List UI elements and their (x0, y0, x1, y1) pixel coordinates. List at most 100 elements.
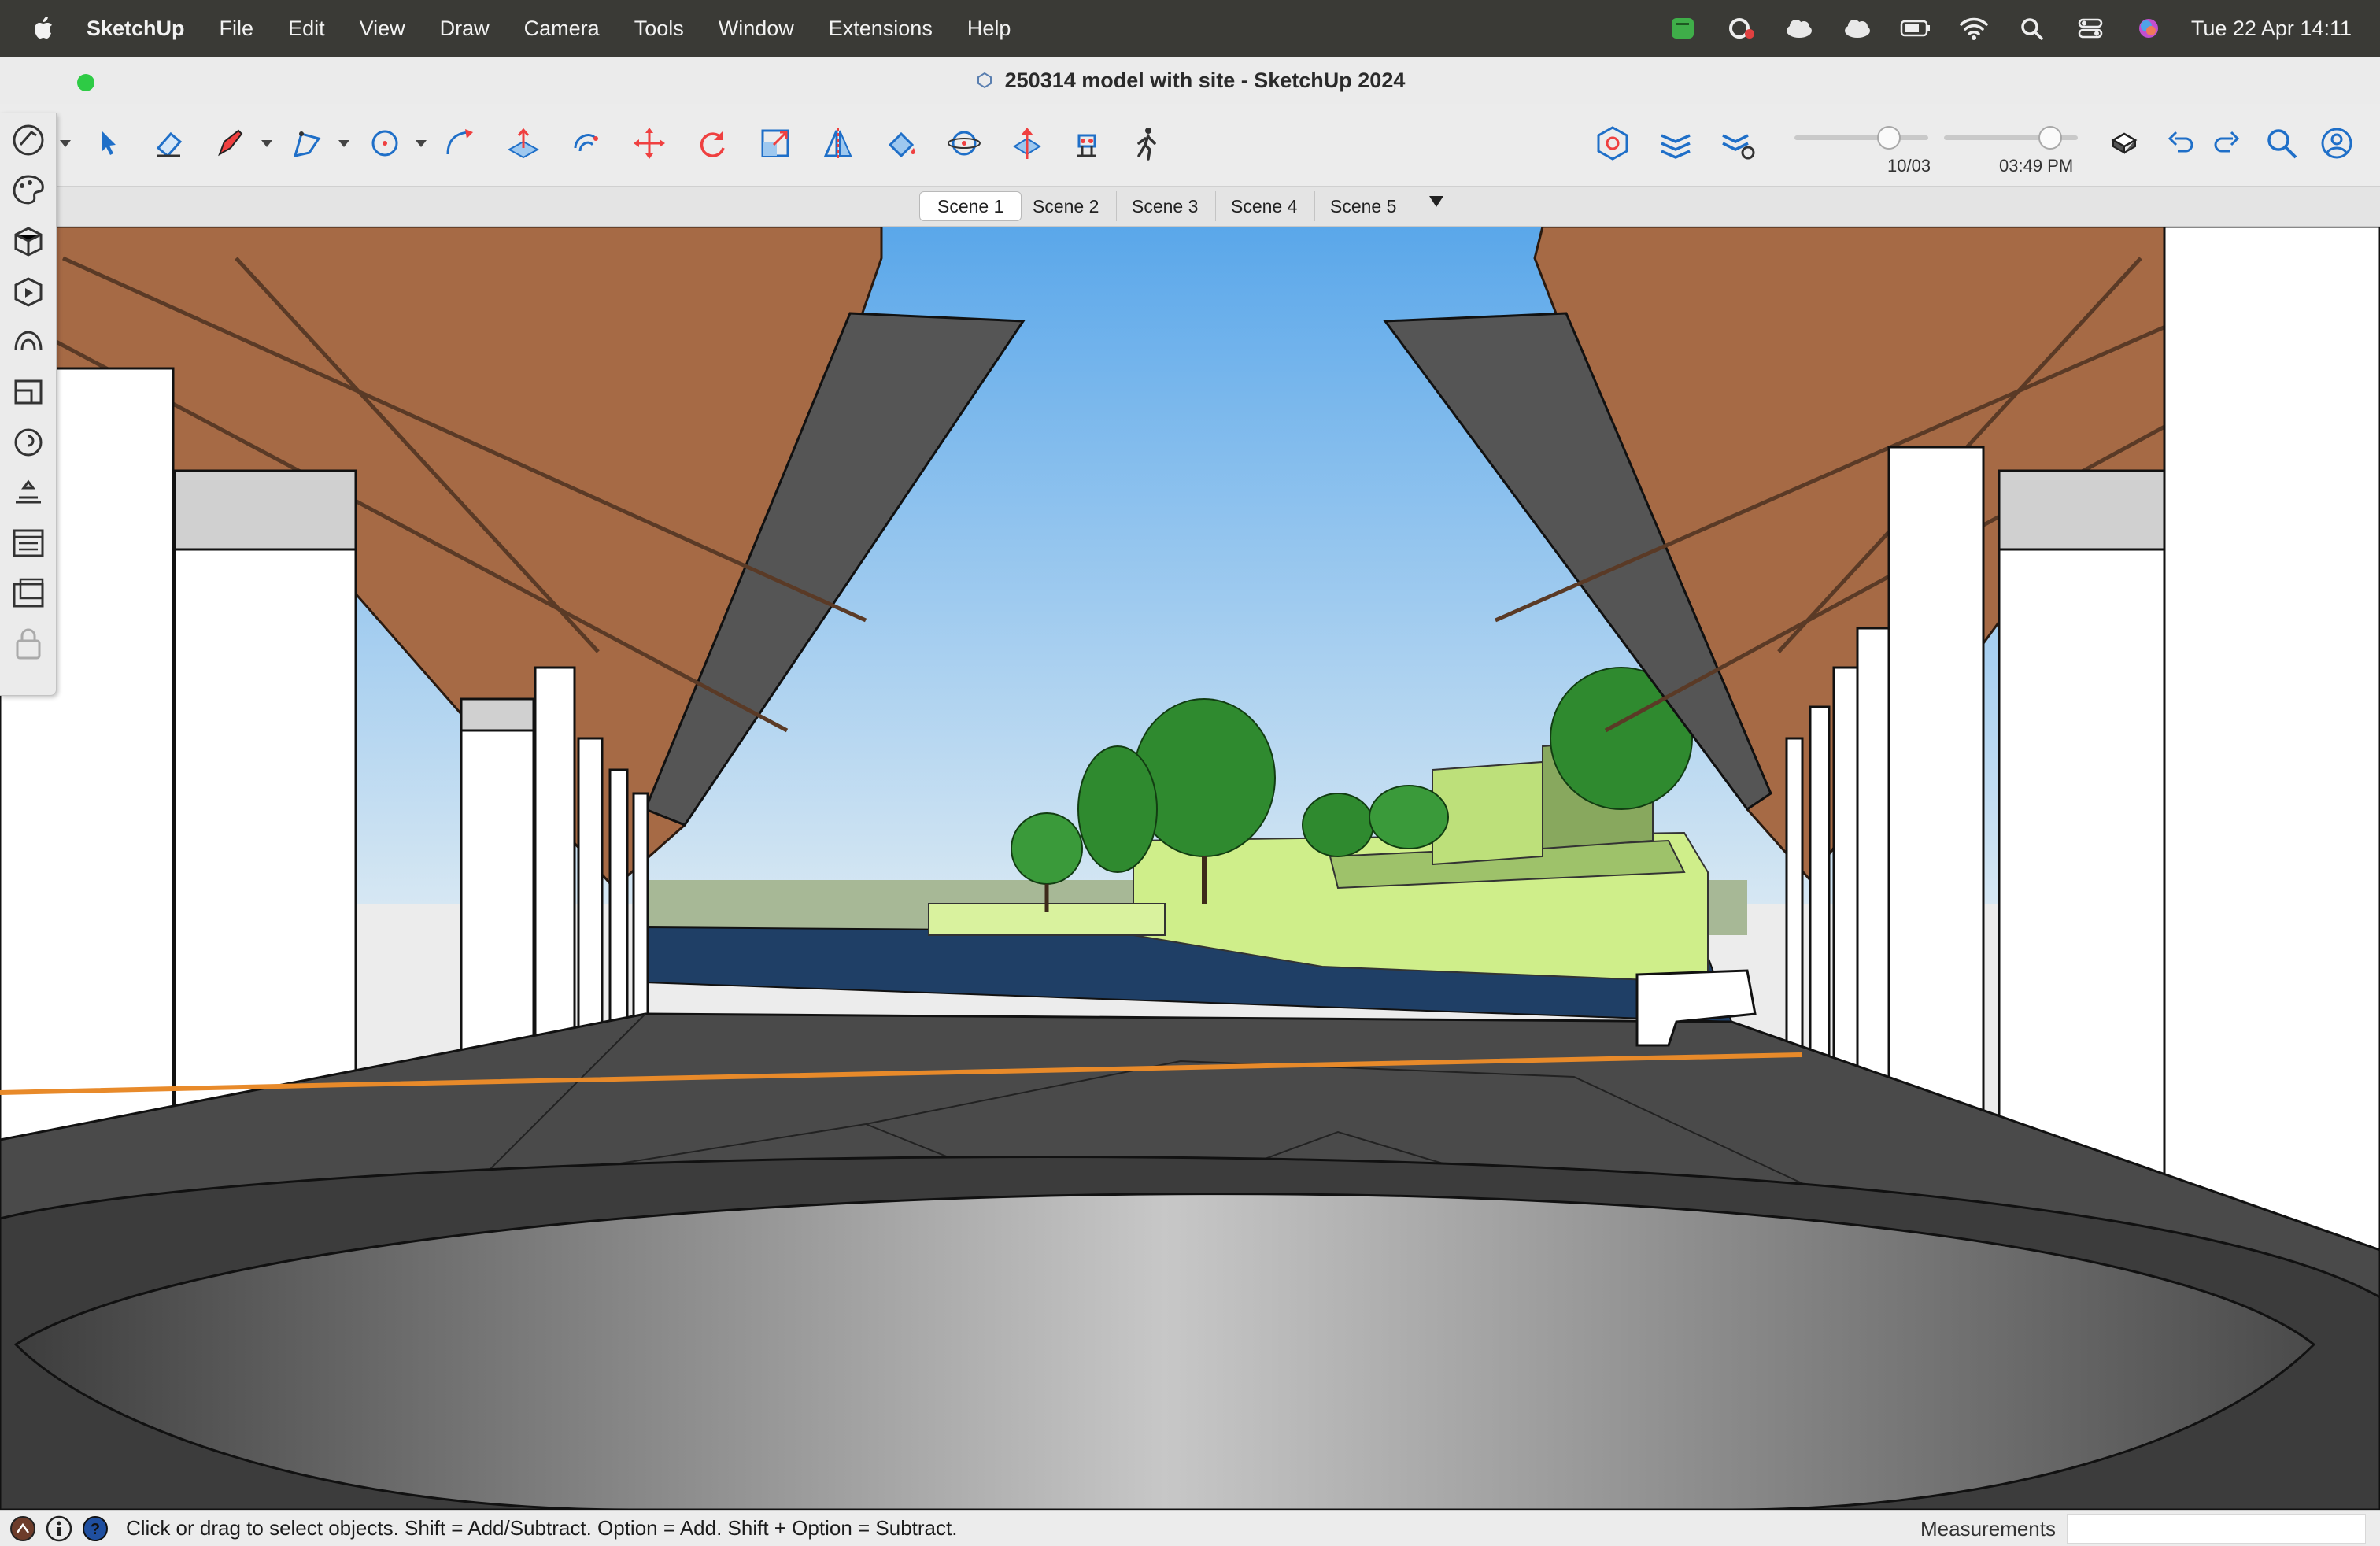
push-pull-tool-button[interactable] (501, 118, 546, 168)
outliner-icon (14, 379, 42, 405)
palette-item-materials[interactable] (8, 170, 49, 211)
shadow-date-slider-knob[interactable] (1877, 126, 1901, 150)
look-around-icon (1077, 134, 1096, 157)
menu-view[interactable]: View (360, 17, 405, 41)
control-center-icon[interactable] (2075, 15, 2106, 42)
siri-icon[interactable] (2133, 15, 2164, 42)
freehand-icon (293, 131, 321, 158)
wifi-icon[interactable] (1958, 15, 1990, 42)
flip-icon (823, 128, 852, 159)
palette-item-shadows[interactable] (8, 472, 49, 513)
menu-help[interactable]: Help (967, 17, 1011, 41)
tab-scene-4[interactable]: Scene 4 (1214, 191, 1316, 221)
scenes-more-chevron-down-icon[interactable] (1429, 196, 1443, 207)
evernote-icon[interactable] (1667, 15, 1698, 42)
menubar-clock[interactable]: Tue 22 Apr 14:11 (2191, 17, 2352, 41)
spotlight-icon[interactable] (2016, 15, 2048, 42)
scenes-icon (14, 277, 42, 307)
credits-info-icon[interactable] (46, 1515, 72, 1542)
icloud-icon[interactable] (1783, 15, 1815, 42)
line-tool-dropdown[interactable] (261, 140, 272, 147)
shadows-toggle-button[interactable] (2101, 118, 2147, 168)
layers-gear-icon (1722, 134, 1755, 160)
orbit-tool-button[interactable] (941, 118, 987, 168)
paint-bucket-icon (888, 131, 915, 158)
tags-tool-button[interactable] (1653, 118, 1698, 168)
offset-icon (574, 134, 598, 152)
help-icon[interactable]: ? (82, 1515, 109, 1542)
palette-item-outliner[interactable] (8, 372, 49, 412)
scale-tool-button[interactable] (752, 118, 798, 168)
creative-cloud-icon[interactable] (1725, 15, 1757, 42)
walk-icon (1137, 128, 1156, 161)
shape-tool-dropdown[interactable] (338, 140, 349, 147)
menu-camera[interactable]: Camera (524, 17, 600, 41)
arc-tool-button[interactable] (438, 118, 483, 168)
sections-tool-button[interactable] (1590, 118, 1635, 168)
palette-item-components[interactable] (8, 220, 49, 261)
tab-scene-1[interactable]: Scene 1 (919, 191, 1022, 221)
geo-location-icon[interactable] (9, 1515, 36, 1542)
instructor-icon (14, 428, 42, 457)
palette-item-instructor[interactable] (8, 422, 49, 463)
palette-dropdown-arrow[interactable] (60, 140, 71, 147)
window-zoom-button[interactable] (77, 74, 94, 91)
menu-extensions[interactable]: Extensions (829, 17, 933, 41)
scale-icon (761, 129, 789, 157)
scene-tabs-bar: Scene 1 Scene 2 Scene 3 Scene 4 Scene 5 (0, 186, 2380, 227)
menu-window[interactable]: Window (719, 17, 794, 41)
eraser-tool-button[interactable] (146, 118, 192, 168)
search-button[interactable] (2259, 118, 2304, 168)
move-tool-button[interactable] (626, 118, 672, 168)
apple-menu-icon[interactable] (28, 13, 60, 44)
sketchup-document-icon (977, 72, 992, 89)
palette-item-locked[interactable] (8, 623, 49, 664)
shadow-date-slider-track[interactable] (1794, 135, 1928, 140)
title-bar: 250314 model with site - SketchUp 2024 (0, 57, 2380, 104)
pencil-icon (218, 129, 243, 157)
look-around-tool-button[interactable] (1064, 118, 1110, 168)
model-viewport[interactable] (0, 227, 2380, 1510)
menu-draw[interactable]: Draw (440, 17, 490, 41)
palette-item-soften-edges[interactable] (8, 321, 49, 362)
tab-scene-5[interactable]: Scene 5 (1313, 191, 1415, 221)
cloud-icon[interactable] (1842, 15, 1873, 42)
circle-icon (371, 130, 398, 157)
status-message: Click or drag to select objects. Shift =… (126, 1516, 958, 1540)
palette-item-tray[interactable] (8, 573, 49, 614)
battery-icon[interactable] (1900, 15, 1931, 42)
measurements-input[interactable] (2067, 1514, 2366, 1544)
circle-tool-dropdown[interactable] (416, 140, 427, 147)
layers-settings-tool-button[interactable] (1716, 118, 1761, 168)
tab-scene-3[interactable]: Scene 3 (1114, 191, 1217, 221)
tags-layers-icon (1661, 134, 1691, 159)
flip-tool-button[interactable] (815, 118, 861, 168)
menu-app-sketchup[interactable]: SketchUp (87, 17, 185, 41)
shape-tool-button[interactable] (285, 118, 331, 168)
palette-item-entity-info[interactable] (8, 523, 49, 564)
rotate-tool-button[interactable] (689, 118, 735, 168)
shadow-time-slider-knob[interactable] (2038, 126, 2062, 150)
tab-scene-2[interactable]: Scene 2 (1015, 191, 1118, 221)
account-button[interactable] (2314, 118, 2360, 168)
menu-edit[interactable]: Edit (288, 17, 325, 41)
menu-tools[interactable]: Tools (634, 17, 684, 41)
circle-tool-button[interactable] (362, 118, 408, 168)
palette-item-styles[interactable] (8, 120, 49, 161)
position-camera-tool-button[interactable] (1004, 118, 1050, 168)
follow-me-icon (446, 129, 473, 155)
walk-tool-button[interactable] (1124, 118, 1170, 168)
shadow-date-label: 10/03 (1887, 156, 1931, 176)
line-tool-button[interactable] (208, 118, 253, 168)
menu-file[interactable]: File (220, 17, 254, 41)
model-scene-render[interactable] (0, 227, 2380, 1510)
offset-tool-button[interactable] (564, 118, 609, 168)
redo-button[interactable] (2204, 118, 2249, 168)
select-tool-button[interactable] (87, 118, 132, 168)
rotate-icon (700, 131, 725, 157)
palette-item-scenes[interactable] (8, 271, 49, 312)
window-title: 250314 model with site - SketchUp 2024 (1004, 68, 1406, 92)
position-camera-icon (1013, 128, 1041, 159)
paint-bucket-tool-button[interactable] (878, 118, 924, 168)
undo-button[interactable] (2158, 118, 2204, 168)
